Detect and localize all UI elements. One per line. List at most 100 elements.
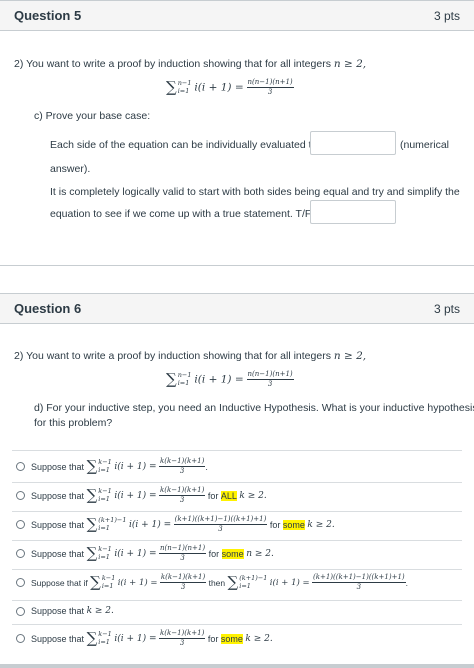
option-prefix: Suppose that if <box>31 577 88 588</box>
option-tail-post: k ≥ 2. <box>307 519 335 530</box>
formula-fraction: n(n−1)(n+1) 3 <box>246 370 294 388</box>
option-divider <box>12 511 462 512</box>
answer-option-2[interactable]: Suppose that ∑ k−1 i=1 i(i + 1) = k(k−1)(k… <box>16 487 267 504</box>
option-fraction: n(n−1)(n+1) 3 <box>159 544 207 562</box>
sigma-symbol: ∑ <box>86 629 98 647</box>
question-5-header: Question 5 3 pts <box>0 1 474 31</box>
question-6-header: Question 6 3 pts <box>0 294 474 324</box>
question-5-title: Question 5 <box>14 8 82 23</box>
option-body: i(i + 1) = <box>117 577 158 588</box>
sigma-symbol: ∑ <box>86 515 98 533</box>
option-prefix: Suppose that <box>31 490 85 501</box>
radio-button[interactable] <box>16 578 25 587</box>
answer-option-7[interactable]: Suppose that ∑ k−1 i=1 i(i + 1) = k(k−1)(k… <box>16 630 273 647</box>
option-tail-post: k ≥ 2. <box>245 633 273 644</box>
option-tail-pre: for <box>207 633 219 644</box>
radio-button[interactable] <box>16 549 25 558</box>
sigma-symbol: ∑ <box>86 457 98 475</box>
option-tail: . <box>405 577 409 588</box>
sum-limits: k−1 i=1 <box>98 629 112 646</box>
option-prefix: Suppose that <box>31 548 85 559</box>
option-prefix: Suppose that <box>31 461 85 472</box>
highlighted-word: ALL <box>220 490 237 501</box>
sum-limits: n−1 i=1 <box>177 370 192 387</box>
base-case-line1-suffix: (numerical <box>400 139 450 151</box>
answer-option-4[interactable]: Suppose that ∑ k−1 i=1 i(i + 1) = n(n−1)(n… <box>16 545 274 562</box>
radio-button[interactable] <box>16 491 25 500</box>
question-5-formula: ∑ n−1 i=1 i(i + 1) = n(n−1)(n+1) 3 <box>166 79 294 96</box>
sigma-symbol: ∑ <box>227 573 239 591</box>
option-fraction: k(k−1)(k+1) 3 <box>159 573 207 591</box>
base-case-line1-cont: answer). <box>50 163 91 175</box>
sigma-symbol: ∑ <box>90 573 101 591</box>
question-5: Question 5 3 pts 2) You want to write a … <box>0 0 474 266</box>
option-tail-post: k ≥ 2. <box>239 490 267 501</box>
question-6-prompt: 2) You want to write a proof by inductio… <box>14 350 366 362</box>
option-prefix: Suppose that <box>31 519 85 530</box>
option-divider <box>12 600 462 601</box>
sum-limits: (k+1)−1 i=1 <box>98 515 127 532</box>
option-body: i(i + 1) = <box>128 519 172 530</box>
radio-button[interactable] <box>16 520 25 529</box>
answer-option-3[interactable]: Suppose that ∑ (k+1)−1 i=1 i(i + 1) = (k+1… <box>16 516 335 533</box>
sum-limits: k−1 i=1 <box>98 486 112 503</box>
formula-fraction: n(n−1)(n+1) 3 <box>246 78 294 96</box>
option-tail-pre: for <box>208 548 220 559</box>
prompt-text: 2) You want to write a proof by inductio… <box>14 350 331 362</box>
numerical-answer-input[interactable] <box>310 131 396 155</box>
prompt-condition: n ≥ 2, <box>333 350 367 362</box>
base-case-line2: It is completely logically valid to star… <box>50 186 460 198</box>
question-6-formula: ∑ n−1 i=1 i(i + 1) = n(n−1)(n+1) 3 <box>166 371 294 388</box>
question-6-title: Question 6 <box>14 301 82 316</box>
highlighted-word: some <box>220 633 243 644</box>
option-tail-pre: for <box>207 490 219 501</box>
sum-limits: n−1 i=1 <box>177 78 192 95</box>
answer-option-5[interactable]: Suppose that if ∑ k−1 i=1 i(i + 1) = k(k−1… <box>16 574 408 591</box>
highlighted-word: some <box>221 548 244 559</box>
sigma-symbol: ∑ <box>86 544 98 562</box>
option-prefix: Suppose that <box>31 606 85 616</box>
question-6-points: 3 pts <box>433 301 460 316</box>
answer-option-1[interactable]: Suppose that ∑ k−1 i=1 i(i + 1) = k(k−1)(k… <box>16 458 208 475</box>
formula-body: i(i + 1) = <box>194 373 244 386</box>
option-divider <box>12 482 462 483</box>
sum-limits: k−1 i=1 <box>98 457 112 474</box>
part-d-label: d) For your inductive step, you need an … <box>34 402 474 414</box>
option-tail-pre: for <box>269 519 281 530</box>
option-divider <box>12 540 462 541</box>
option-body: i(i + 1) = <box>114 490 157 501</box>
option-fraction: k(k−1)(k+1) 3 <box>159 629 206 647</box>
true-false-input[interactable] <box>310 200 396 224</box>
option-fraction: k(k−1)(k+1) 3 <box>159 457 206 475</box>
sigma-symbol: ∑ <box>166 370 177 388</box>
option-body: i(i + 1) = <box>114 548 157 559</box>
bottom-divider <box>0 664 474 668</box>
radio-button[interactable] <box>16 606 25 616</box>
option-divider <box>12 569 462 570</box>
question-5-prompt: 2) You want to write a proof by inductio… <box>14 58 366 70</box>
radio-button[interactable] <box>16 634 25 643</box>
option-mid: then <box>208 577 226 588</box>
prompt-text: 2) You want to write a proof by inductio… <box>14 58 331 70</box>
highlighted-word: some <box>282 519 305 530</box>
option-body: i(i + 1) = <box>114 633 157 644</box>
option-fraction: (k+1)((k+1)−1)((k+1)+1) 3 <box>173 515 268 533</box>
base-case-line1: Each side of the equation can be individ… <box>50 139 318 151</box>
sum-limits: k−1 i=1 <box>98 544 112 561</box>
question-5-points: 3 pts <box>433 8 460 23</box>
sigma-symbol: ∑ <box>166 78 177 96</box>
option-body: i(i + 1) = <box>269 577 310 588</box>
prompt-condition: n ≥ 2, <box>333 58 367 70</box>
answer-option-6[interactable]: Suppose that k ≥ 2. <box>16 606 114 616</box>
option-body: k ≥ 2. <box>86 606 114 616</box>
radio-button[interactable] <box>16 462 25 471</box>
option-divider <box>12 624 462 625</box>
option-fraction: k(k−1)(k+1) 3 <box>159 486 206 504</box>
option-tail-post: n ≥ 2. <box>246 548 274 559</box>
sigma-symbol: ∑ <box>86 486 98 504</box>
option-body: i(i + 1) = <box>114 461 157 472</box>
formula-body: i(i + 1) = <box>194 81 244 94</box>
option-tail: . <box>205 461 208 472</box>
option-fraction: (k+1)((k+1)−1)((k+1)+1) 3 <box>312 573 406 591</box>
option-divider <box>12 450 462 451</box>
